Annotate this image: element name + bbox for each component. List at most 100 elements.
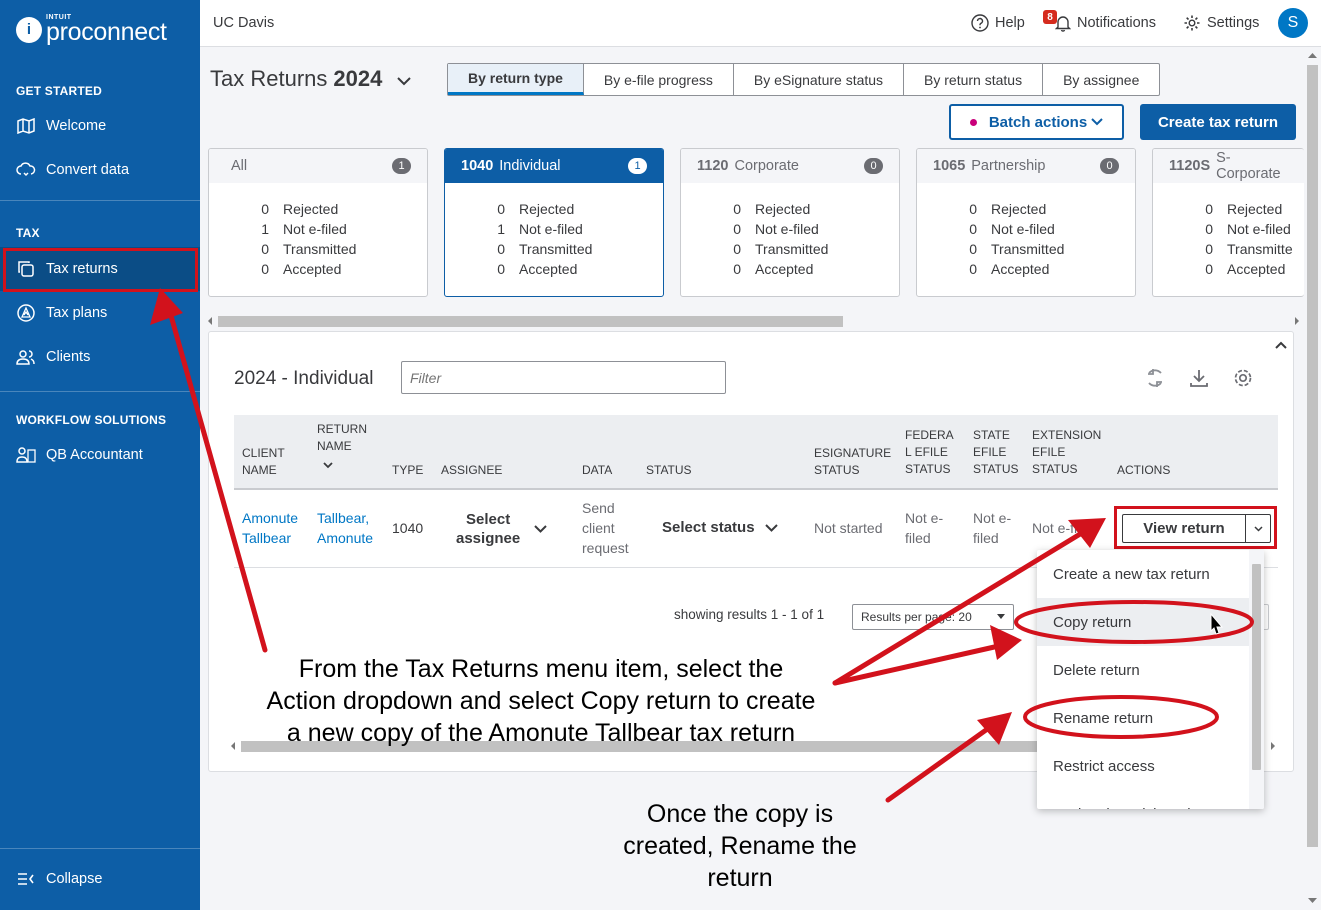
- actions-dropdown-menu: Create a new tax return Copy return Dele…: [1037, 550, 1264, 809]
- settings-link[interactable]: Settings: [1183, 14, 1259, 32]
- send-client-request-link[interactable]: Send client request: [582, 498, 629, 558]
- card-name: All: [231, 158, 248, 174]
- menu-item-restrict-access[interactable]: Restrict access: [1037, 742, 1249, 790]
- menu-item-lookup-in-quickbooks[interactable]: Lookup in QuickBooks: [1037, 790, 1249, 810]
- card-stat-row: 0 Transmitted: [497, 241, 593, 257]
- chevron-up-icon[interactable]: [1269, 334, 1293, 356]
- status-select[interactable]: Select status: [662, 519, 778, 536]
- sidebar-item-label: Clients: [46, 349, 91, 365]
- column-header-assignee[interactable]: ASSIGNEE: [441, 462, 502, 479]
- card-stat-row: 0 Transmitte: [1205, 241, 1293, 257]
- column-header-esignature-status[interactable]: ESIGNATURE STATUS: [814, 445, 891, 479]
- card-stat-row: 0 Not e-filed: [969, 221, 1055, 237]
- chevron-down-icon: [534, 525, 547, 533]
- view-return-highlight: View return: [1114, 506, 1277, 549]
- return-type-card-1040[interactable]: 1040 Individual 1 0 Rejected 1 Not e-filed 0…: [444, 148, 664, 297]
- batch-actions-button[interactable]: Batch actions: [949, 104, 1124, 140]
- state-efile-status-cell: Not e-filed: [973, 510, 1012, 546]
- column-header-extension-efile-status[interactable]: EXTENSION EFILE STATUS: [1032, 427, 1101, 478]
- chevron-down-icon: [764, 523, 778, 532]
- create-tax-return-button[interactable]: Create tax return: [1140, 104, 1296, 140]
- bell-icon: 8: [1043, 10, 1071, 32]
- sidebar-item-welcome[interactable]: Welcome: [0, 104, 200, 148]
- cloud-sync-icon: [16, 160, 36, 180]
- notification-count-badge: 8: [1043, 10, 1057, 24]
- notifications-label: Notifications: [1077, 15, 1156, 31]
- return-name-link[interactable]: Tallbear, Amonute: [317, 508, 373, 548]
- refresh-icon[interactable]: [1143, 366, 1167, 390]
- return-type-card-all[interactable]: All 1 0 Rejected 1 Not e-filed 0 Transmitted…: [208, 148, 428, 297]
- column-header-federal-efile-status[interactable]: FEDERA L EFILE STATUS: [905, 427, 954, 478]
- tab-by-efile-progress[interactable]: By e-file progress: [584, 64, 734, 95]
- proconnect-logo[interactable]: i INTUIT proconnect: [16, 14, 167, 45]
- column-header-data[interactable]: DATA: [582, 462, 612, 479]
- page-title[interactable]: Tax Returns 2024: [210, 66, 412, 92]
- triangle-circle-icon: [16, 303, 36, 323]
- sidebar-collapse-button[interactable]: Collapse: [0, 857, 200, 901]
- assignee-select[interactable]: Select assignee: [456, 510, 547, 548]
- return-type-card-1120s[interactable]: 1120S S-Corporate 0 Rejected 0 Not e-filed …: [1152, 148, 1304, 297]
- card-count-badge: 1: [392, 158, 411, 174]
- filter-input[interactable]: [401, 361, 726, 394]
- help-link[interactable]: Help: [971, 14, 1025, 32]
- card-count-badge: 1: [628, 158, 647, 174]
- return-type-card-1065[interactable]: 1065 Partnership 0 0 Rejected 0 Not e-filed …: [916, 148, 1136, 297]
- tab-by-return-type[interactable]: By return type: [448, 64, 584, 95]
- tab-by-esignature-status[interactable]: By eSignature status: [734, 64, 905, 95]
- menu-item-create-new-tax-return[interactable]: Create a new tax return: [1037, 550, 1249, 598]
- sidebar-item-qb-accountant[interactable]: QB Accountant: [0, 433, 200, 477]
- status-dot-icon: [969, 118, 977, 126]
- card-stat-row: 0 Rejected: [733, 201, 811, 217]
- gear-icon[interactable]: [1231, 366, 1255, 390]
- results-per-page-select[interactable]: Results per page: 20: [852, 604, 1014, 630]
- view-tabs: By return type By e-file progress By eSi…: [447, 63, 1161, 96]
- card-stat-row: 0 Not e-filed: [733, 221, 819, 237]
- tab-by-return-status[interactable]: By return status: [904, 64, 1044, 95]
- column-header-type[interactable]: TYPE: [392, 462, 423, 479]
- user-avatar[interactable]: S: [1278, 8, 1308, 38]
- notifications-link[interactable]: 8 Notifications: [1043, 10, 1156, 32]
- column-header-state-efile-status[interactable]: STATE EFILE STATUS: [973, 427, 1019, 478]
- sidebar-item-tax-plans[interactable]: Tax plans: [0, 291, 200, 335]
- card-stat-row: 0 Accepted: [733, 261, 814, 277]
- intuit-logo-icon: i: [16, 16, 42, 43]
- tab-by-assignee[interactable]: By assignee: [1043, 64, 1159, 95]
- menu-item-delete-return[interactable]: Delete return: [1037, 646, 1249, 694]
- page-vertical-scrollbar[interactable]: [1304, 47, 1321, 910]
- settings-label: Settings: [1207, 15, 1260, 31]
- table-header: CLIENT NAME RETURN NAME TYPE ASSIGNEE DATA…: [234, 415, 1278, 490]
- column-header-status[interactable]: STATUS: [646, 462, 692, 479]
- column-header-client-name[interactable]: CLIENT NAME: [242, 445, 285, 479]
- card-stat-row: 0 Accepted: [497, 261, 578, 277]
- panel-title: 2024 - Individual: [234, 368, 374, 389]
- section-tax: TAX: [16, 226, 40, 240]
- sidebar-item-label: Welcome: [46, 118, 107, 134]
- menu-scrollbar-thumb[interactable]: [1252, 564, 1261, 770]
- sidebar-item-label: Convert data: [46, 162, 130, 178]
- page-title-text: Tax Returns: [210, 66, 328, 91]
- client-name-link[interactable]: Amonute Tallbear: [242, 508, 298, 548]
- gear-icon: [1183, 14, 1201, 32]
- menu-scrollbar[interactable]: [1249, 550, 1264, 809]
- card-code: 1040: [461, 158, 494, 174]
- card-stat-row: 0 Accepted: [261, 261, 342, 277]
- actions-dropdown-toggle[interactable]: [1245, 514, 1271, 543]
- menu-item-copy-return[interactable]: Copy return: [1037, 598, 1249, 646]
- cards-horizontal-scrollbar[interactable]: [206, 314, 1301, 328]
- download-icon[interactable]: [1187, 366, 1211, 390]
- help-icon: [971, 14, 989, 32]
- card-stat-row: 0 Rejected: [969, 201, 1047, 217]
- card-stat-row: 1 Not e-filed: [261, 221, 347, 237]
- sidebar-item-clients[interactable]: Clients: [0, 335, 200, 379]
- menu-item-rename-return[interactable]: Rename return: [1037, 694, 1249, 742]
- return-type-card-1120[interactable]: 1120 Corporate 0 0 Rejected 0 Not e-filed 0T…: [680, 148, 900, 297]
- scrollbar-graphic: [208, 316, 1299, 327]
- chevron-down-icon: [1091, 118, 1103, 126]
- esignature-status-cell: Not started: [814, 520, 883, 536]
- section-workflow: WORKFLOW SOLUTIONS: [16, 413, 167, 427]
- card-code: 1065: [933, 158, 966, 174]
- card-stat-row: 0 Accepted: [1205, 261, 1286, 277]
- column-header-return-name[interactable]: RETURN NAME: [317, 421, 367, 474]
- view-return-button[interactable]: View return: [1122, 514, 1246, 543]
- sidebar-item-convert-data[interactable]: Convert data: [0, 148, 200, 192]
